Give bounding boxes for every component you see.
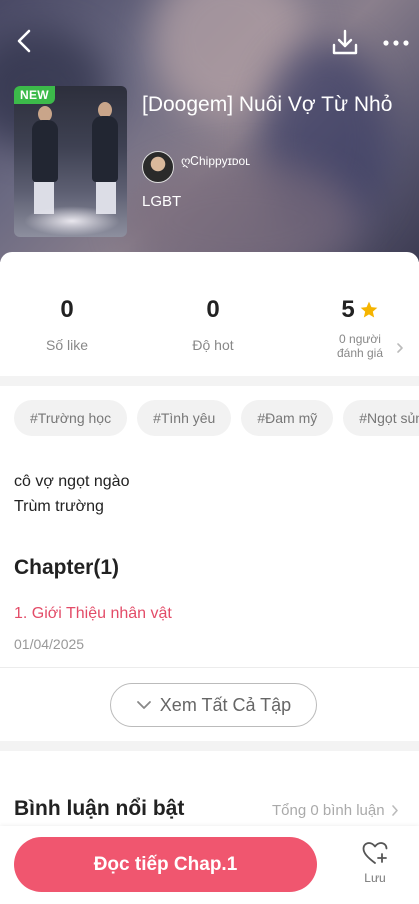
rating-value: 5 (341, 296, 355, 323)
tag-item[interactable]: #Đam mỹ (241, 400, 334, 436)
description-line: cô vợ ngọt ngào (14, 473, 130, 490)
author-avatar[interactable] (142, 151, 174, 183)
tag-item[interactable]: #Trường học (14, 400, 128, 436)
chevron-right-icon[interactable] (395, 340, 405, 356)
chapter-item-date: 01/04/2025 (14, 636, 85, 652)
book-title: [Doogem] Nuôi Vợ Từ Nhỏ (142, 93, 393, 116)
new-badge: NEW (14, 86, 55, 104)
likes-count: 0 (60, 296, 74, 323)
section-divider (0, 741, 419, 751)
continue-reading-button[interactable]: Đọc tiếp Chap.1 (14, 837, 317, 892)
save-button[interactable]: Lưu (352, 840, 398, 894)
book-cover (14, 86, 127, 237)
hot-stat: 0 Độ hot (148, 295, 278, 353)
description-line: Trùm trường (14, 498, 104, 515)
chapter-heading: Chapter(1) (14, 556, 120, 579)
likes-label: Số like (45, 337, 89, 353)
heart-add-icon (362, 842, 388, 864)
genre-label: LGBT (142, 193, 182, 210)
view-all-chapters-button[interactable]: Xem Tất Cả Tập (110, 683, 317, 727)
hot-count: 0 (206, 296, 220, 323)
tag-item[interactable]: #Tình yêu (137, 400, 232, 436)
comments-total-link[interactable]: Tổng 0 bình luận (272, 802, 399, 819)
back-icon[interactable] (10, 26, 40, 56)
author-name[interactable]: ღᏟhippyɪᴅᴏʟ (181, 154, 250, 169)
chevron-down-icon (136, 701, 151, 709)
more-options-icon[interactable] (380, 28, 412, 58)
hot-label: Độ hot (192, 337, 234, 353)
chevron-right-icon (391, 805, 398, 816)
section-divider (0, 376, 419, 386)
tag-list: #Trường học#Tình yêu#Đam mỹ#Ngọt sủng (14, 400, 419, 438)
comments-total: Tổng 0 bình luận (272, 802, 385, 819)
book-description: cô vợ ngọt ngào Trùm trường (14, 469, 129, 519)
star-icon (360, 301, 378, 318)
likes-stat: 0 Số like (2, 295, 132, 353)
stats-row: 0 Số like 0 Độ hot 5 0 người đánh giá (0, 295, 419, 370)
tag-item[interactable]: #Ngọt sủng (343, 400, 419, 436)
comments-heading: Bình luận nổi bật (14, 797, 185, 820)
chapter-item-title[interactable]: 1. Giới Thiệu nhân vật (14, 605, 172, 623)
chapter-divider (0, 667, 419, 668)
view-all-label: Xem Tất Cả Tập (159, 694, 292, 715)
save-label: Lưu (364, 871, 386, 885)
download-icon[interactable] (330, 28, 360, 58)
